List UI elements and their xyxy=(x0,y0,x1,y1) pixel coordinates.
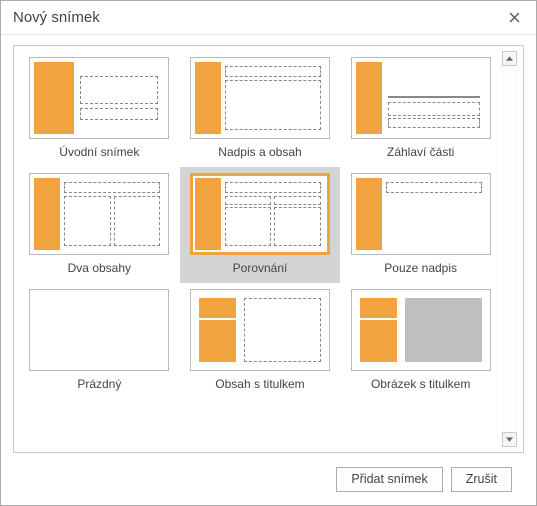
layout-comparison[interactable]: Porovnání xyxy=(180,167,341,283)
new-slide-dialog: Nový snímek xyxy=(0,0,537,506)
layout-picture-caption[interactable]: Obrázek s titulkem xyxy=(340,283,501,399)
layout-label: Porovnání xyxy=(233,261,288,275)
layout-label: Záhlaví části xyxy=(387,145,454,159)
dialog-title: Nový snímek xyxy=(13,9,500,26)
dialog-footer: Přidat snímek Zrušit xyxy=(13,453,524,505)
layout-title-slide[interactable]: Úvodní snímek xyxy=(19,51,180,167)
layout-thumbnail xyxy=(351,173,491,255)
layout-thumbnail xyxy=(29,173,169,255)
close-icon xyxy=(509,12,520,23)
layout-label: Úvodní snímek xyxy=(59,145,139,159)
layout-label: Pouze nadpis xyxy=(384,261,457,275)
layout-label: Dva obsahy xyxy=(68,261,131,275)
layouts-grid: Úvodní snímek Nadpis a obsah xyxy=(19,51,501,447)
chevron-down-icon xyxy=(506,437,513,442)
layout-thumbnail xyxy=(351,57,491,139)
scroll-down-button[interactable] xyxy=(502,432,517,447)
layout-thumbnail xyxy=(29,289,169,371)
layout-thumbnail xyxy=(29,57,169,139)
layout-two-content[interactable]: Dva obsahy xyxy=(19,167,180,283)
layout-label: Obrázek s titulkem xyxy=(371,377,470,391)
scroll-up-button[interactable] xyxy=(502,51,517,66)
cancel-button[interactable]: Zrušit xyxy=(451,467,512,492)
layouts-panel: Úvodní snímek Nadpis a obsah xyxy=(13,45,524,453)
layout-label: Prázdný xyxy=(77,377,121,391)
layout-label: Nadpis a obsah xyxy=(218,145,301,159)
scrollbar[interactable] xyxy=(501,51,518,447)
add-slide-button[interactable]: Přidat snímek xyxy=(336,467,442,492)
close-button[interactable] xyxy=(500,4,528,32)
layout-title-only[interactable]: Pouze nadpis xyxy=(340,167,501,283)
layout-blank[interactable]: Prázdný xyxy=(19,283,180,399)
chevron-up-icon xyxy=(506,56,513,61)
dialog-body: Úvodní snímek Nadpis a obsah xyxy=(1,35,536,505)
layout-thumbnail xyxy=(190,289,330,371)
layout-thumbnail xyxy=(190,57,330,139)
layout-title-content[interactable]: Nadpis a obsah xyxy=(180,51,341,167)
layout-content-caption[interactable]: Obsah s titulkem xyxy=(180,283,341,399)
layout-label: Obsah s titulkem xyxy=(215,377,304,391)
layout-section-header[interactable]: Záhlaví části xyxy=(340,51,501,167)
titlebar: Nový snímek xyxy=(1,1,536,35)
layout-thumbnail xyxy=(351,289,491,371)
layout-thumbnail xyxy=(190,173,330,255)
